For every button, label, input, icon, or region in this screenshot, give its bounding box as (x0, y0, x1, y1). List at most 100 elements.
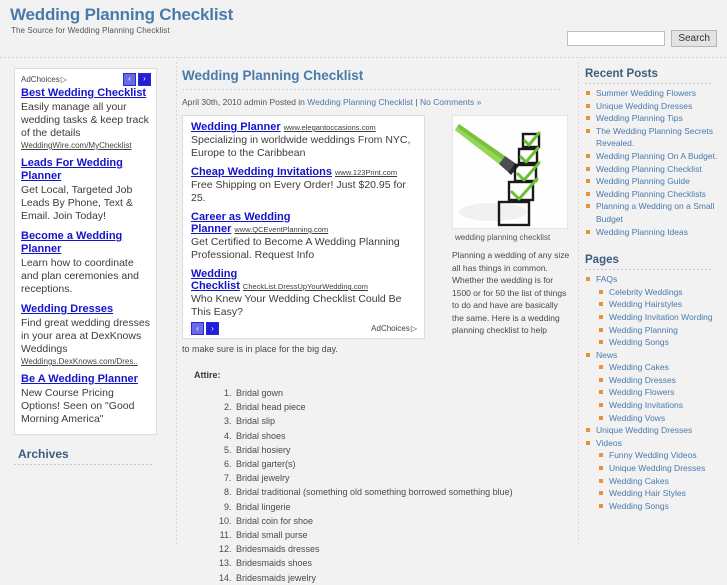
sidebar-item-label: Wedding Invitation Wording (609, 311, 713, 322)
sidebar-item-page[interactable]: Wedding Songs (585, 500, 721, 513)
bullet-icon (599, 302, 603, 307)
sidebar-item-page[interactable]: News (585, 349, 721, 362)
sidebar-item-page[interactable]: Wedding Invitations (585, 399, 721, 412)
sidebar-item-label: Wedding Planning Guide (596, 176, 690, 187)
sidebar-item-recent-post[interactable]: Wedding Planning Ideas (585, 226, 721, 239)
sidebar-item-page[interactable]: Celebrity Weddings (585, 286, 721, 299)
list-item: Bridal garter(s) (234, 457, 572, 471)
left-ad-description: Get Local, Targeted Job Leads By Phone, … (21, 184, 133, 222)
posted-in-label: Posted in (269, 97, 305, 107)
center-ad-footer: ‹ › AdChoices▷ (191, 322, 417, 335)
sidebar-item-label: The Wedding Planning Secrets Revealed. (596, 125, 714, 149)
center-ad-url[interactable]: www.QCEventPlanning.com (234, 225, 328, 234)
list-item: Bridesmaids shoes (234, 556, 572, 570)
left-ad-title[interactable]: Be A Wedding Planner (21, 373, 151, 386)
sidebar-item-recent-post[interactable]: The Wedding Planning Secrets Revealed. (585, 125, 721, 150)
sidebar-item-recent-post[interactable]: Wedding Planning Checklist (585, 163, 721, 176)
archives-heading: Archives (18, 447, 69, 461)
left-ad-title[interactable]: Wedding Dresses (21, 303, 151, 316)
sidebar-item-page[interactable]: Funny Wedding Videos (585, 449, 721, 462)
left-ad-item: Best Wedding Checklist Easily manage all… (21, 87, 151, 150)
sidebar-item-page[interactable]: Wedding Dresses (585, 374, 721, 387)
bullet-icon (586, 440, 590, 445)
bullet-icon (586, 153, 590, 158)
sidebar-item-recent-post[interactable]: Summer Wedding Flowers (585, 87, 721, 100)
sidebar-item-page[interactable]: Wedding Vows (585, 412, 721, 425)
post-figure: wedding planning checklist Planning a we… (452, 115, 572, 337)
left-ad-block: AdChoices▷ ‹ › Best Wedding Checklist Ea… (14, 68, 157, 435)
adchoices-triangle-icon: ▷ (60, 74, 67, 84)
center-ad-arrows: ‹ › (191, 322, 219, 335)
bullet-icon (586, 277, 590, 282)
sidebar-item-label: Unique Wedding Dresses (596, 100, 693, 111)
center-ad-title[interactable]: Cheap Wedding Invitations (191, 166, 332, 178)
sidebar-item-recent-post[interactable]: Planning a Wedding on a Small Budget (585, 200, 721, 225)
list-item: Bridal jewelry (234, 471, 572, 485)
sidebar-item-page[interactable]: Wedding Cakes (585, 361, 721, 374)
left-ad-next-icon[interactable]: › (138, 72, 151, 86)
left-ad-url[interactable]: Weddings.DexKnows.com/Dres.. (21, 357, 151, 366)
post-category-link[interactable]: Wedding Planning Checklist (307, 97, 413, 107)
search-button[interactable]: Search (671, 30, 717, 47)
archives-divider (14, 464, 154, 465)
search-input[interactable] (567, 31, 666, 46)
sidebar-item-page[interactable]: Wedding Cakes (585, 475, 721, 488)
bullet-icon (599, 365, 603, 370)
bullet-icon (586, 103, 590, 108)
left-ad-description: New Course Pricing Options! Seen on "Goo… (21, 387, 135, 425)
sidebar-item-page[interactable]: Wedding Hairstyles (585, 298, 721, 311)
sidebar-item-page[interactable]: Wedding Hair Styles (585, 487, 721, 500)
sidebar-item-label: Wedding Planning Ideas (596, 226, 688, 237)
adchoices-label[interactable]: AdChoices▷ (371, 324, 417, 333)
left-ad-url[interactable]: WeddingWire.com/MyChecklist (21, 141, 151, 150)
center-ad-url[interactable]: www.elegantoccasions.com (284, 123, 376, 132)
sidebar-item-recent-post[interactable]: Wedding Planning On A Budget. (585, 150, 721, 163)
center-ad-description: Who Knew Your Wedding Checklist Could Be… (191, 293, 402, 318)
post-comments-link[interactable]: No Comments » (420, 97, 481, 107)
post-date: April 30th, 2010 (182, 97, 242, 107)
bullet-icon (586, 128, 590, 133)
sidebar-item-label: Wedding Dresses (609, 374, 676, 385)
center-ad-url[interactable]: CheckList.DressUpYourWedding.com (243, 282, 368, 291)
left-ad-item: Wedding Dresses Find great wedding dress… (21, 303, 151, 366)
center-ad-next-icon[interactable]: › (206, 322, 219, 335)
left-ad-prev-icon[interactable]: ‹ (123, 72, 136, 86)
list-item: Bridesmaids jewelry (234, 571, 572, 585)
sidebar-item-recent-post[interactable]: Wedding Planning Guide (585, 175, 721, 188)
sidebar-item-page[interactable]: Wedding Planning (585, 324, 721, 337)
sidebar-item-label: FAQs (596, 274, 618, 285)
center-ad-title[interactable]: Wedding Checklist (191, 268, 240, 292)
sidebar-item-page[interactable]: Unique Wedding Dresses (585, 462, 721, 475)
right-sidebar: Recent Posts Summer Wedding Flowers Uniq… (585, 68, 721, 512)
sidebar-item-page[interactable]: FAQs (585, 273, 721, 286)
sidebar-item-label: Planning a Wedding on a Small Budget (596, 201, 715, 224)
sidebar-item-label: Wedding Hair Styles (609, 488, 686, 499)
sidebar-item-page[interactable]: Wedding Songs (585, 336, 721, 349)
left-ad-title[interactable]: Best Wedding Checklist (21, 87, 151, 100)
sidebar-item-page[interactable]: Wedding Flowers (585, 386, 721, 399)
sidebar-item-page[interactable]: Wedding Invitation Wording (585, 311, 721, 324)
bullet-icon (599, 403, 603, 408)
left-ad-item: Become a Wedding Planner Learn how to co… (21, 230, 151, 296)
page-root: Wedding Planning Checklist The Source fo… (0, 0, 727, 583)
list-item: Bridal lingerie (234, 500, 572, 514)
left-ad-description: Find great wedding dresses in your area … (21, 317, 150, 355)
sidebar-item-label: Wedding Flowers (609, 387, 675, 398)
sidebar-item-recent-post[interactable]: Wedding Planning Checklists (585, 188, 721, 201)
recent-posts-heading: Recent Posts (585, 68, 658, 80)
sidebar-item-recent-post[interactable]: Unique Wedding Dresses (585, 100, 721, 113)
sidebar-item-label: Funny Wedding Videos (609, 450, 697, 461)
sidebar-item-page[interactable]: Videos (585, 437, 721, 450)
left-ad-item: Be A Wedding Planner New Course Pricing … (21, 373, 151, 426)
left-ad-item: Leads For Wedding Planner Get Local, Tar… (21, 157, 151, 223)
left-ad-title[interactable]: Leads For Wedding Planner (21, 157, 151, 183)
left-ad-title[interactable]: Become a Wedding Planner (21, 230, 151, 256)
center-ad-url[interactable]: www.123Print.com (335, 168, 397, 177)
sidebar-item-recent-post[interactable]: Wedding Planning Tips (585, 112, 721, 125)
adchoices-label[interactable]: AdChoices▷ (21, 75, 67, 84)
center-ad-prev-icon[interactable]: ‹ (191, 322, 204, 335)
center-ad-title[interactable]: Wedding Planner (191, 121, 281, 133)
bullet-icon (599, 503, 603, 508)
sidebar-item-page[interactable]: Unique Wedding Dresses (585, 424, 721, 437)
sidebar-item-label: Wedding Vows (609, 412, 666, 423)
